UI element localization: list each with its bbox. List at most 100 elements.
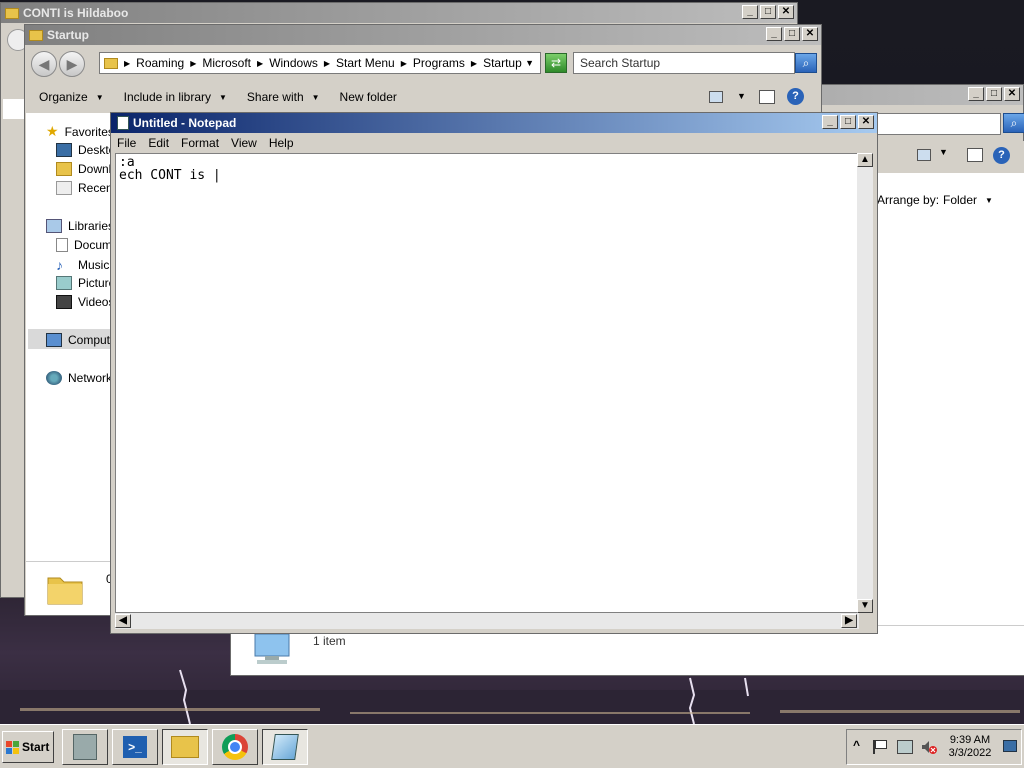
- folder-icon: [29, 29, 43, 41]
- show-desktop-icon[interactable]: [1003, 740, 1017, 752]
- share-with-label: Share with: [246, 90, 304, 104]
- clock-time: 9:39 AM: [949, 734, 991, 746]
- share-with-button[interactable]: Share with ▼: [247, 90, 320, 104]
- title-bar[interactable]: Startup: [25, 25, 821, 45]
- search-input[interactable]: [875, 113, 1001, 135]
- computer-icon: [251, 632, 295, 666]
- taskbar-notepad[interactable]: [262, 729, 308, 765]
- search-icon[interactable]: ⌕: [795, 53, 817, 73]
- maximize-button[interactable]: □: [986, 87, 1002, 101]
- address-dropdown-icon[interactable]: ▼: [525, 58, 534, 68]
- organize-label: Organize: [39, 90, 88, 104]
- network-status-icon[interactable]: [897, 740, 913, 754]
- taskbar: Start >_ ^ 9:39 AM 3/3/2022: [0, 724, 1024, 768]
- menu-view[interactable]: View: [231, 136, 257, 150]
- scroll-down-button[interactable]: ▼: [857, 599, 873, 613]
- chevron-right-icon[interactable]: ▶: [401, 59, 407, 68]
- nav-favorites[interactable]: ★ Favorites: [46, 123, 114, 140]
- chevron-down-icon: ▼: [95, 92, 104, 102]
- navigation-pane: ★Favorites Desktop Downloads Recent Plac…: [26, 113, 155, 561]
- volume-muted-icon[interactable]: [921, 740, 937, 754]
- scroll-up-button[interactable]: ▲: [857, 153, 873, 167]
- address-bar[interactable]: ▶ Roaming ▶ Microsoft ▶ Windows ▶ Start …: [99, 52, 541, 74]
- maximize-button[interactable]: □: [840, 115, 856, 129]
- folder-large-icon: [46, 568, 86, 608]
- scroll-left-button[interactable]: ◀: [115, 614, 131, 628]
- network-icon: [46, 371, 62, 385]
- nav-music[interactable]: ♪ Music: [56, 257, 109, 273]
- chevron-down-icon[interactable]: ▼: [737, 91, 746, 101]
- menu-format[interactable]: Format: [181, 136, 219, 150]
- breadcrumb-startup[interactable]: Startup: [483, 56, 522, 70]
- menu-edit[interactable]: Edit: [148, 136, 169, 150]
- close-button[interactable]: ✕: [1004, 87, 1020, 101]
- breadcrumb-start-menu[interactable]: Start Menu: [336, 56, 395, 70]
- title-bar[interactable]: CONTI is Hildaboo: [1, 3, 797, 23]
- start-button[interactable]: Start: [2, 731, 54, 763]
- arrange-by-dropdown[interactable]: Folder ▼: [943, 193, 993, 207]
- menu-help[interactable]: Help: [269, 136, 294, 150]
- organize-button[interactable]: Organize ▼: [39, 90, 104, 104]
- show-hidden-icons-button[interactable]: ^: [853, 738, 860, 752]
- nav-label: Libraries: [68, 219, 115, 233]
- maximize-button[interactable]: □: [760, 5, 776, 19]
- clock[interactable]: 9:39 AM 3/3/2022: [947, 734, 993, 760]
- start-label: Start: [22, 740, 50, 754]
- minimize-button[interactable]: _: [822, 115, 838, 129]
- views-icon[interactable]: [709, 91, 723, 103]
- text-editor-area[interactable]: :a ech CONT is |: [115, 153, 859, 613]
- nav-videos[interactable]: Videos: [56, 295, 114, 309]
- nav-network[interactable]: Network: [46, 371, 112, 385]
- breadcrumb: ▶ Roaming ▶ Microsoft ▶ Windows ▶ Start …: [124, 56, 522, 70]
- help-icon[interactable]: ?: [787, 88, 804, 105]
- menu-file[interactable]: File: [117, 136, 136, 150]
- search-icon[interactable]: ⌕: [1003, 113, 1024, 133]
- close-button[interactable]: ✕: [778, 5, 794, 19]
- nav-label: Favorites: [64, 124, 114, 139]
- back-button[interactable]: ◀: [31, 51, 57, 77]
- computer-icon: [46, 333, 62, 347]
- minimize-button[interactable]: _: [968, 87, 984, 101]
- search-input[interactable]: Search Startup: [573, 52, 795, 74]
- vertical-scrollbar[interactable]: ▲ ▼: [857, 153, 873, 613]
- music-icon: ♪: [56, 257, 63, 273]
- breadcrumb-windows[interactable]: Windows: [269, 56, 318, 70]
- chevron-right-icon[interactable]: ▶: [471, 59, 477, 68]
- close-button[interactable]: ✕: [802, 27, 818, 41]
- taskbar-explorer[interactable]: [162, 729, 208, 765]
- minimize-button[interactable]: _: [766, 27, 782, 41]
- nav-libraries[interactable]: Libraries: [46, 219, 114, 233]
- views-icon[interactable]: [917, 149, 931, 161]
- text-content: :a ech CONT is |: [119, 155, 221, 183]
- forward-button[interactable]: ▶: [59, 51, 85, 77]
- taskbar-chrome[interactable]: [212, 729, 258, 765]
- preview-pane-icon[interactable]: [759, 90, 775, 104]
- include-in-library-button[interactable]: Include in library ▼: [124, 90, 227, 104]
- action-center-flag-icon[interactable]: [873, 740, 887, 754]
- taskbar-server-manager[interactable]: [62, 729, 108, 765]
- horizontal-scrollbar[interactable]: ◀ ▶: [115, 613, 859, 629]
- chevron-down-icon[interactable]: ▼: [939, 147, 948, 157]
- breadcrumb-programs[interactable]: Programs: [413, 56, 465, 70]
- size-grip[interactable]: [859, 613, 875, 629]
- close-button[interactable]: ✕: [858, 115, 874, 129]
- command-bar: Organize ▼ Include in library ▼ Share with…: [39, 89, 397, 105]
- maximize-button[interactable]: □: [784, 27, 800, 41]
- minimize-button[interactable]: _: [742, 5, 758, 19]
- help-icon[interactable]: ?: [993, 147, 1010, 164]
- taskbar-powershell[interactable]: >_: [112, 729, 158, 765]
- folder-icon: [171, 736, 199, 758]
- chevron-right-icon[interactable]: ▶: [190, 59, 196, 68]
- breadcrumb-microsoft[interactable]: Microsoft: [202, 56, 251, 70]
- server-manager-icon: [73, 734, 97, 760]
- windows-logo-icon: [6, 740, 19, 754]
- chevron-right-icon[interactable]: ▶: [257, 59, 263, 68]
- title-bar[interactable]: Untitled - Notepad: [111, 113, 877, 133]
- preview-pane-icon[interactable]: [967, 148, 983, 162]
- chevron-right-icon[interactable]: ▶: [324, 59, 330, 68]
- breadcrumb-roaming[interactable]: Roaming: [136, 56, 184, 70]
- new-folder-button[interactable]: New folder: [340, 90, 397, 104]
- scroll-right-button[interactable]: ▶: [841, 614, 857, 628]
- refresh-icon[interactable]: ⇄: [545, 53, 567, 73]
- notepad-window[interactable]: Untitled - Notepad _ □ ✕ File Edit Forma…: [110, 112, 878, 634]
